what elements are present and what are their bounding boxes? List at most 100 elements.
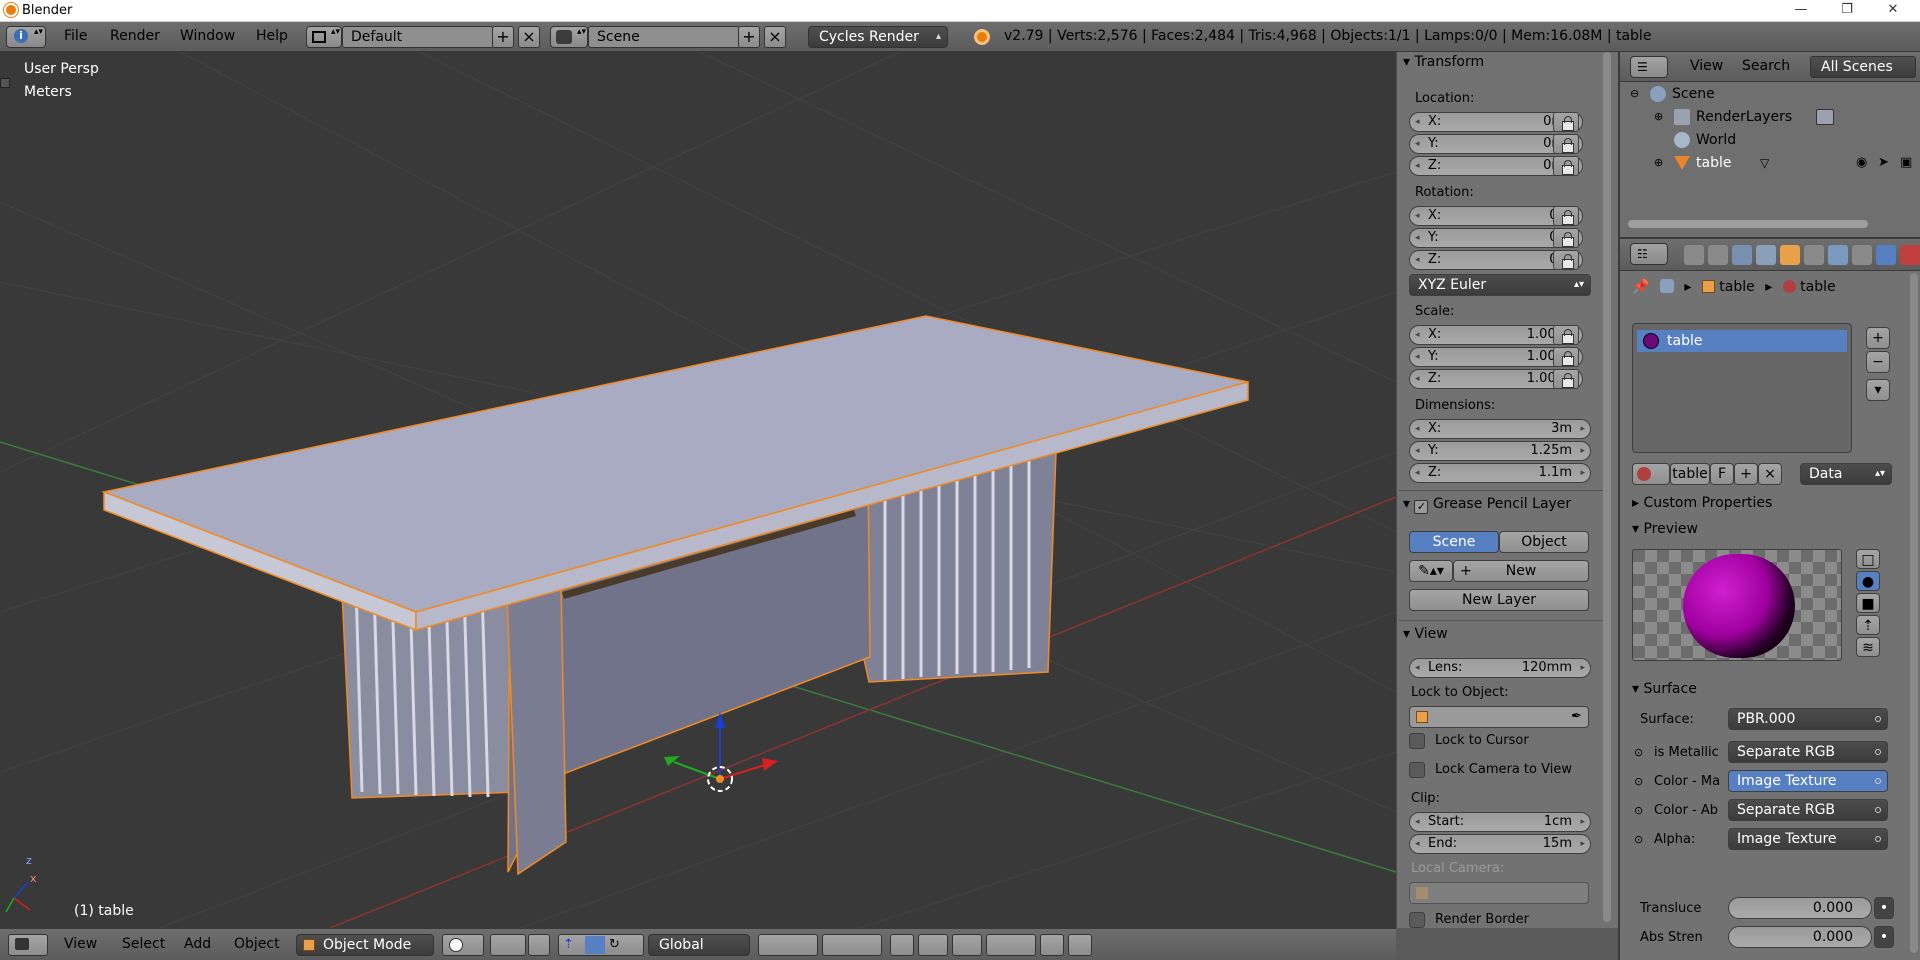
lock-icon[interactable] xyxy=(1553,206,1579,226)
modifiers-tab-icon[interactable] xyxy=(1828,245,1848,265)
transform-header[interactable]: ▾ Transform xyxy=(1403,54,1484,70)
scene-selector[interactable]: ▴▾ xyxy=(550,26,588,48)
lock-camera-checkbox[interactable] xyxy=(1409,762,1425,778)
view-panel-header[interactable]: ▾ View xyxy=(1403,626,1448,642)
clip-start-field[interactable]: ◂ Start: 1cm ▸ xyxy=(1409,812,1591,832)
remove-slot-button[interactable]: − xyxy=(1866,351,1890,373)
preview-cube-button[interactable]: ■ xyxy=(1856,593,1880,613)
camera-render-icon[interactable]: ▣ xyxy=(1900,152,1912,174)
shader-input-link[interactable]: Separate RGB xyxy=(1728,799,1888,821)
new-material-button[interactable]: + xyxy=(1734,463,1758,485)
checkbox-checked[interactable]: ✓ xyxy=(1414,500,1429,514)
texture-tab-icon[interactable] xyxy=(1900,245,1920,265)
data-tab-icon[interactable] xyxy=(1852,245,1872,265)
render-engine-dropdown[interactable]: Cycles Render ▴ xyxy=(808,26,948,48)
socket-expand-icon[interactable]: ⊙ xyxy=(1634,746,1643,759)
shader-input-link[interactable]: Image Texture xyxy=(1728,828,1888,850)
outliner-row-world[interactable]: World xyxy=(1620,129,1920,152)
renderlayers-tab-icon[interactable] xyxy=(1708,245,1728,265)
material-slot-row[interactable]: table xyxy=(1637,330,1847,352)
lock-layers-button[interactable] xyxy=(890,934,914,956)
outliner-search-menu[interactable]: Search xyxy=(1742,58,1790,74)
pencil-icon[interactable]: ✎▴▾ xyxy=(1409,560,1453,582)
minimize-button[interactable]: — xyxy=(1778,0,1824,22)
lock-to-cursor-checkbox[interactable] xyxy=(1409,733,1425,749)
table-mesh[interactable] xyxy=(101,315,1249,876)
surface-header[interactable]: ▾ Surface xyxy=(1632,681,1697,697)
lock-icon[interactable] xyxy=(1553,325,1579,345)
viewport-shading-dropdown[interactable] xyxy=(442,934,484,956)
opengl-render-button[interactable] xyxy=(1068,934,1092,956)
grease-scene-tab[interactable]: Scene xyxy=(1409,531,1499,553)
maximize-button[interactable]: ❐ xyxy=(1824,0,1870,22)
editor-type-button[interactable]: i ▴▾ xyxy=(6,26,46,48)
layers-grid-1[interactable] xyxy=(758,934,818,956)
render-border-checkbox[interactable] xyxy=(1409,912,1425,928)
dimension-x-field[interactable]: ◂ X: 3m ▸ xyxy=(1409,419,1591,439)
breadcrumb-object[interactable]: table xyxy=(1719,279,1754,295)
lock-icon[interactable] xyxy=(1553,112,1579,132)
menu-window[interactable]: Window xyxy=(180,28,235,44)
add-scene-button[interactable]: + xyxy=(738,26,760,48)
menu-file[interactable]: File xyxy=(64,28,87,44)
link-mode-dropdown[interactable]: Data ▴▾ xyxy=(1800,463,1892,485)
snap-button[interactable] xyxy=(952,934,982,956)
snap-element-dropdown[interactable] xyxy=(986,934,1036,956)
outliner-view-menu[interactable]: View xyxy=(1690,58,1723,74)
viewport-canvas[interactable] xyxy=(0,52,1396,928)
slot-menu-button[interactable]: ▾ xyxy=(1866,379,1890,401)
toolshelf-toggle[interactable] xyxy=(0,78,10,88)
socket-expand-icon[interactable]: ⊙ xyxy=(1634,833,1643,846)
eye-icon[interactable]: ◉ xyxy=(1856,152,1867,174)
dimension-y-field[interactable]: ◂ Y: 1.25m ▸ xyxy=(1409,441,1591,461)
dimension-z-field[interactable]: ◂ Z: 1.1m ▸ xyxy=(1409,463,1591,483)
custom-properties-header[interactable]: ▸ Custom Properties xyxy=(1632,495,1772,511)
3d-viewport[interactable]: User Persp Meters (1) table x z xyxy=(0,52,1396,928)
constraints-tab-icon[interactable] xyxy=(1804,245,1824,265)
mode-dropdown[interactable]: Object Mode xyxy=(296,934,434,956)
cursor-select-icon[interactable]: ➤ xyxy=(1878,152,1889,174)
world-tab-icon[interactable] xyxy=(1756,245,1776,265)
lock-icon[interactable] xyxy=(1553,134,1579,154)
socket-expand-icon[interactable]: ⊙ xyxy=(1634,804,1643,817)
lock-icon[interactable] xyxy=(1553,156,1579,176)
editor-type-button[interactable]: ☷ xyxy=(1630,243,1668,265)
object-tab-icon[interactable] xyxy=(1780,245,1800,265)
orientation-dropdown[interactable]: Global xyxy=(648,934,750,956)
material-datablock-name[interactable]: table xyxy=(1670,463,1710,485)
grease-object-tab[interactable]: Object xyxy=(1499,531,1589,553)
outliner-filter-dropdown[interactable]: All Scenes xyxy=(1810,56,1916,78)
menu-add[interactable]: Add xyxy=(184,936,211,952)
outliner-hscrollbar[interactable] xyxy=(1628,220,1868,228)
lock-object-field[interactable]: ✒ xyxy=(1409,706,1589,728)
menu-object[interactable]: Object xyxy=(234,936,280,952)
editor-type-button[interactable] xyxy=(8,934,48,956)
properties-scrollbar[interactable] xyxy=(1910,273,1918,953)
preview-header[interactable]: ▾ Preview xyxy=(1632,521,1698,537)
menu-view[interactable]: View xyxy=(64,936,97,952)
unlink-material-button[interactable]: × xyxy=(1758,463,1782,485)
clip-end-field[interactable]: ◂ End: 15m ▸ xyxy=(1409,834,1591,854)
screen-layout-selector[interactable]: ▴▾ xyxy=(306,26,342,48)
scene-tab-icon[interactable] xyxy=(1732,245,1752,265)
lock-icon[interactable] xyxy=(1553,347,1579,367)
lock-icon[interactable] xyxy=(1553,369,1579,389)
screen-layout-name[interactable]: Default xyxy=(342,26,494,48)
manipulator-types[interactable]: ⇡ ↻ xyxy=(558,934,644,956)
grease-pencil-header[interactable]: ▾ ✓ Grease Pencil Layer xyxy=(1403,496,1571,514)
scene-name[interactable]: Scene xyxy=(588,26,740,48)
shader-input-link[interactable]: Separate RGB xyxy=(1728,741,1888,763)
outliner-row-renderlayers[interactable]: ⊕ RenderLayers xyxy=(1620,106,1920,129)
material-tab-icon[interactable] xyxy=(1876,245,1896,265)
lock-icon[interactable] xyxy=(1553,250,1579,270)
grease-new-button[interactable]: + New xyxy=(1453,560,1589,582)
socket-button[interactable]: • xyxy=(1874,926,1894,948)
sidebar-scrollbar[interactable] xyxy=(1603,52,1611,922)
menu-help[interactable]: Help xyxy=(256,28,288,44)
pivot-point-dropdown[interactable] xyxy=(490,934,526,956)
layers-grid-2[interactable] xyxy=(822,934,882,956)
preview-flat-button[interactable]: □ xyxy=(1856,549,1880,569)
fake-user-button[interactable]: F xyxy=(1710,463,1734,485)
render-preview-button[interactable] xyxy=(1040,934,1064,956)
editor-type-button[interactable]: ☰ xyxy=(1630,56,1668,78)
